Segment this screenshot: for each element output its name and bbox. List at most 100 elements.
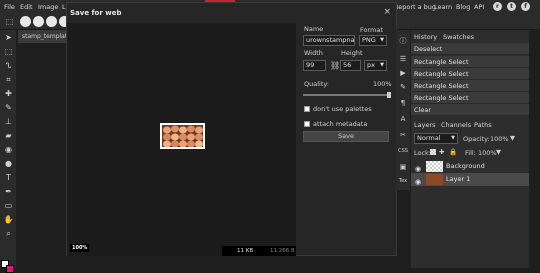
tab-layers[interactable]: Layers xyxy=(414,121,436,129)
marquee-tool-icon[interactable]: ⬚ xyxy=(3,46,14,57)
save-for-web-dialog: Save for web × 100% 11 KB 11.266 B Name … xyxy=(66,2,397,256)
opacity-value[interactable]: 100% xyxy=(490,135,509,143)
save-button[interactable]: Save xyxy=(303,131,389,142)
css-panel-icon[interactable]: CSS xyxy=(398,146,408,156)
facebook-icon[interactable]: f xyxy=(521,2,530,11)
history-row[interactable]: Rectangle Select xyxy=(411,56,529,68)
brush-settings-icon[interactable]: ✎ xyxy=(398,82,408,92)
subtract-selection-icon[interactable] xyxy=(46,16,57,27)
tab-channels[interactable]: Channels xyxy=(441,121,471,129)
brush-tool-icon[interactable]: ✎ xyxy=(3,102,14,113)
blend-mode-select[interactable]: Normal ▼ xyxy=(414,133,458,144)
attach-metadata-label: attach metadata xyxy=(313,120,368,128)
shape-tool-icon[interactable]: ▭ xyxy=(3,200,14,211)
new-selection-icon[interactable] xyxy=(20,16,31,27)
marquee-options-icon[interactable]: ⬚ xyxy=(4,16,15,27)
chevron-down-icon[interactable]: ▼ xyxy=(510,134,515,142)
layer-row-layer1[interactable]: ◉ Layer 1 xyxy=(411,173,529,186)
preview-image xyxy=(160,123,205,149)
dont-use-palettes-label: don't use palettes xyxy=(313,105,372,113)
type-tool-icon[interactable]: T xyxy=(3,172,14,183)
stamp-tool-icon[interactable]: ⊥ xyxy=(3,116,14,127)
close-icon[interactable]: × xyxy=(383,7,391,17)
hand-tool-icon[interactable]: ✋ xyxy=(3,214,14,225)
menu-edit[interactable]: Edit xyxy=(20,3,33,11)
name-label: Name xyxy=(304,25,324,33)
panel-dock: ⓘ ☰ ▶ ✎ ¶ A ✂ CSS ▣ Tex xyxy=(396,30,410,190)
eye-icon[interactable]: ◉ xyxy=(415,176,421,189)
tab-history[interactable]: History xyxy=(414,33,437,41)
tab-paths[interactable]: Paths xyxy=(474,121,492,129)
attach-metadata-checkbox[interactable] xyxy=(304,121,310,127)
format-select-value: PNG xyxy=(362,36,376,44)
tab-swatches[interactable]: Swatches xyxy=(443,33,474,41)
zoom-tool-icon[interactable]: ⌕ xyxy=(3,228,14,239)
heal-tool-icon[interactable]: ✚ xyxy=(3,88,14,99)
background-color-swatch[interactable] xyxy=(6,265,14,273)
pen-tool-icon[interactable]: ✒ xyxy=(3,186,14,197)
link-proportions-icon[interactable]: ⛓ xyxy=(330,61,340,70)
quality-slider[interactable] xyxy=(303,94,388,96)
chevron-down-icon: ▼ xyxy=(380,37,384,43)
layer-name: Layer 1 xyxy=(446,175,471,183)
quality-value: 100% xyxy=(373,80,392,88)
file-size-bar: 11 KB 11.266 B xyxy=(222,246,296,256)
format-select[interactable]: PNG ▼ xyxy=(359,35,387,46)
menu-image[interactable]: Image xyxy=(38,3,58,11)
unit-select-value: px xyxy=(367,61,375,69)
document-tab[interactable]: stamp_template xyxy=(18,30,68,43)
quality-slider-handle[interactable] xyxy=(387,92,391,98)
quality-label: Quality: xyxy=(304,80,329,88)
height-input[interactable]: 56 xyxy=(340,60,361,71)
name-input[interactable]: urownstampname xyxy=(303,35,355,46)
dont-use-palettes-checkbox[interactable] xyxy=(304,106,310,112)
lock-position-icon[interactable]: ✚ xyxy=(439,148,444,156)
history-row[interactable]: Rectangle Select xyxy=(411,68,529,80)
twitter-icon[interactable]: t xyxy=(507,2,516,11)
play-icon[interactable]: ▶ xyxy=(398,68,408,78)
learn-link[interactable]: Learn xyxy=(434,3,452,11)
fill-tool-icon[interactable]: ◉ xyxy=(3,144,14,155)
dialog-title: Save for web xyxy=(70,9,122,17)
eraser-tool-icon[interactable]: ▰ xyxy=(3,130,14,141)
unit-select[interactable]: px ▼ xyxy=(364,60,387,71)
crop-tool-icon[interactable]: ⌗ xyxy=(3,74,14,85)
history-row[interactable]: Deselect xyxy=(411,43,529,55)
lasso-tool-icon[interactable]: ᔐ xyxy=(3,60,14,71)
file-size: 11 KB xyxy=(237,248,254,254)
report-bug-link[interactable]: Report a bug xyxy=(394,3,436,11)
height-label: Height xyxy=(341,49,363,57)
info-icon[interactable]: ⓘ xyxy=(398,36,408,46)
character-icon[interactable]: A xyxy=(398,114,408,124)
image-panel-icon[interactable]: ▣ xyxy=(398,162,408,172)
add-selection-icon[interactable] xyxy=(33,16,44,27)
history-panel: History Swatches Deselect Rectangle Sele… xyxy=(411,30,529,118)
text-panel-icon[interactable]: Tex xyxy=(398,176,408,186)
chevron-down-icon[interactable]: ▼ xyxy=(496,148,501,156)
menu-file[interactable]: File xyxy=(4,3,15,11)
lock-all-icon[interactable]: 🔒 xyxy=(449,148,457,156)
lock-transparency-icon[interactable] xyxy=(430,149,436,155)
preview-area: 100% 11 KB 11.266 B xyxy=(67,23,296,256)
lock-label: Lock: xyxy=(414,149,432,157)
fill-value[interactable]: 100% xyxy=(478,149,497,157)
zoom-level: 100% xyxy=(70,244,90,252)
blur-tool-icon[interactable]: ● xyxy=(3,158,14,169)
history-row[interactable]: Clear xyxy=(411,104,529,116)
layer-name: Background xyxy=(446,162,485,170)
adjust-icon[interactable]: ✂ xyxy=(398,130,408,140)
paragraph-icon[interactable]: ¶ xyxy=(398,98,408,108)
layers-panel: Layers Channels Paths Normal ▼ Opacity: … xyxy=(411,118,529,268)
history-row[interactable]: Rectangle Select xyxy=(411,92,529,104)
history-row[interactable]: Rectangle Select xyxy=(411,80,529,92)
blog-link[interactable]: Blog xyxy=(456,3,470,11)
file-size-bytes: 11.266 B xyxy=(270,248,295,254)
api-link[interactable]: API xyxy=(474,3,484,11)
properties-icon[interactable]: ☰ xyxy=(398,54,408,64)
move-tool-icon[interactable]: ➤ xyxy=(3,32,14,43)
reddit-icon[interactable]: r xyxy=(493,2,502,11)
width-input[interactable]: 99 xyxy=(303,60,326,71)
chevron-down-icon: ▼ xyxy=(451,135,455,141)
layer-row-background[interactable]: ◉ Background xyxy=(411,160,529,173)
blend-mode-value: Normal xyxy=(417,134,441,142)
